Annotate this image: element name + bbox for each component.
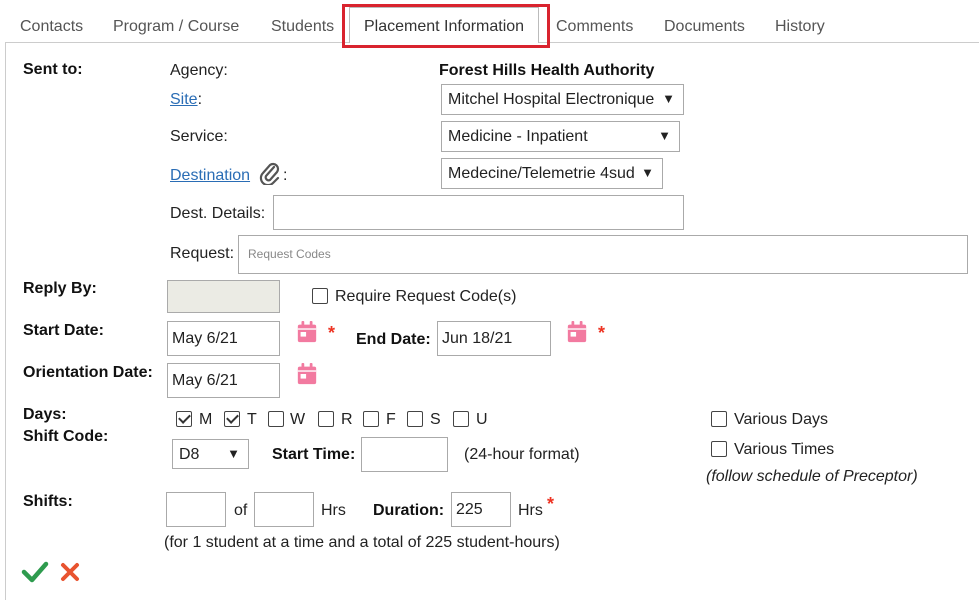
day-s-checkbox[interactable] [407,411,423,427]
request-codes-input[interactable]: Request Codes [238,235,968,274]
destination-colon: : [283,167,288,184]
orientation-date-calendar-icon[interactable] [296,363,318,385]
tab-history[interactable]: History [775,18,825,36]
dest-details-input[interactable] [273,195,684,230]
start-time-input[interactable] [361,437,448,472]
end-date-calendar-icon[interactable] [566,321,588,343]
day-u-checkbox[interactable] [453,411,469,427]
follow-preceptor-note: (follow schedule of Preceptor) [706,468,918,485]
day-t-checkbox[interactable] [224,411,240,427]
tab-placement-information[interactable]: Placement Information [364,18,524,36]
dest-details-label: Dest. Details: [170,205,266,222]
start-date-calendar-icon[interactable] [296,321,318,343]
start-time-label: Start Time: [272,446,356,463]
tab-students[interactable]: Students [271,18,334,36]
various-times-checkbox[interactable] [711,441,727,457]
shift-hours-input[interactable] [254,492,314,527]
of-label: of [234,502,248,519]
request-codes-placeholder: Request Codes [248,247,331,261]
shift-code-value: D8 [179,446,200,463]
shift-count-input[interactable] [166,492,226,527]
day-t-label: T [247,411,257,428]
service-select-value: Medicine - Inpatient [448,128,588,145]
site-select-value: Mitchel Hospital Electronique [448,91,655,108]
start-date-label: Start Date: [23,322,104,339]
chevron-down-icon: ▼ [658,128,671,143]
orientation-date-label: Orientation Date: [23,364,153,381]
request-label: Request: [170,245,235,262]
reply-by-input [167,280,280,313]
shifts-label: Shifts: [23,493,73,510]
destination-label: Destination [170,167,250,185]
day-f-label: F [386,411,396,428]
destination-select-value: Medecine/Telemetrie 4sud [448,165,635,182]
destination-link[interactable]: Destination [170,167,250,184]
orientation-date-input[interactable]: May 6/21 [167,363,280,398]
destination-select[interactable]: Medecine/Telemetrie 4sud ▼ [441,158,663,189]
duration-input[interactable]: 225 [451,492,511,527]
panel-border [5,43,6,600]
reply-by-label: Reply By: [23,280,97,297]
days-label: Days: [23,406,67,423]
required-asterisk: * [598,323,606,343]
chevron-down-icon: ▼ [227,446,240,461]
start-date-input[interactable]: May 6/21 [167,321,280,356]
shift-code-label: Shift Code: [23,428,109,445]
day-f-checkbox[interactable] [363,411,379,427]
paperclip-icon[interactable] [259,161,281,185]
shift-code-select[interactable]: D8 ▼ [172,439,249,469]
day-r-checkbox[interactable] [318,411,334,427]
duration-label: Duration: [373,502,445,519]
duration-unit-label: Hrs [518,502,543,519]
required-asterisk: * [328,323,336,343]
require-request-code-checkbox[interactable] [312,288,328,304]
various-days-label: Various Days [734,411,828,428]
day-u-label: U [476,411,488,428]
tab-comments[interactable]: Comments [556,18,633,36]
time-format-note: (24-hour format) [464,446,580,463]
confirm-check-icon[interactable] [21,561,49,583]
chevron-down-icon: ▼ [641,165,654,180]
site-select[interactable]: Mitchel Hospital Electronique ▼ [441,84,684,115]
tab-program-course[interactable]: Program / Course [113,18,239,36]
end-date-input[interactable]: Jun 18/21 [437,321,551,356]
sent-to-label: Sent to: [23,61,83,78]
agency-label: Agency: [170,62,228,79]
various-times-label: Various Times [734,441,835,458]
day-w-checkbox[interactable] [268,411,284,427]
site-link[interactable]: Site [170,91,198,108]
day-r-label: R [341,411,353,428]
day-w-label: W [290,411,306,428]
site-label: Site: [170,91,203,108]
day-m-label: M [199,411,213,428]
service-label: Service: [170,128,228,145]
day-s-label: S [430,411,441,428]
hrs-label: Hrs [321,502,346,519]
cancel-x-icon[interactable] [60,562,80,582]
end-date-label: End Date: [356,331,431,348]
require-request-code-label: Require Request Code(s) [335,288,517,305]
chevron-down-icon: ▼ [662,91,675,106]
service-select[interactable]: Medicine - Inpatient ▼ [441,121,680,152]
required-asterisk: * [547,494,555,514]
agency-value: Forest Hills Health Authority [439,62,655,79]
shifts-total-note: (for 1 student at a time and a total of … [164,534,560,551]
tab-contacts[interactable]: Contacts [20,18,83,36]
day-m-checkbox[interactable] [176,411,192,427]
various-days-checkbox[interactable] [711,411,727,427]
tab-documents[interactable]: Documents [664,18,745,36]
